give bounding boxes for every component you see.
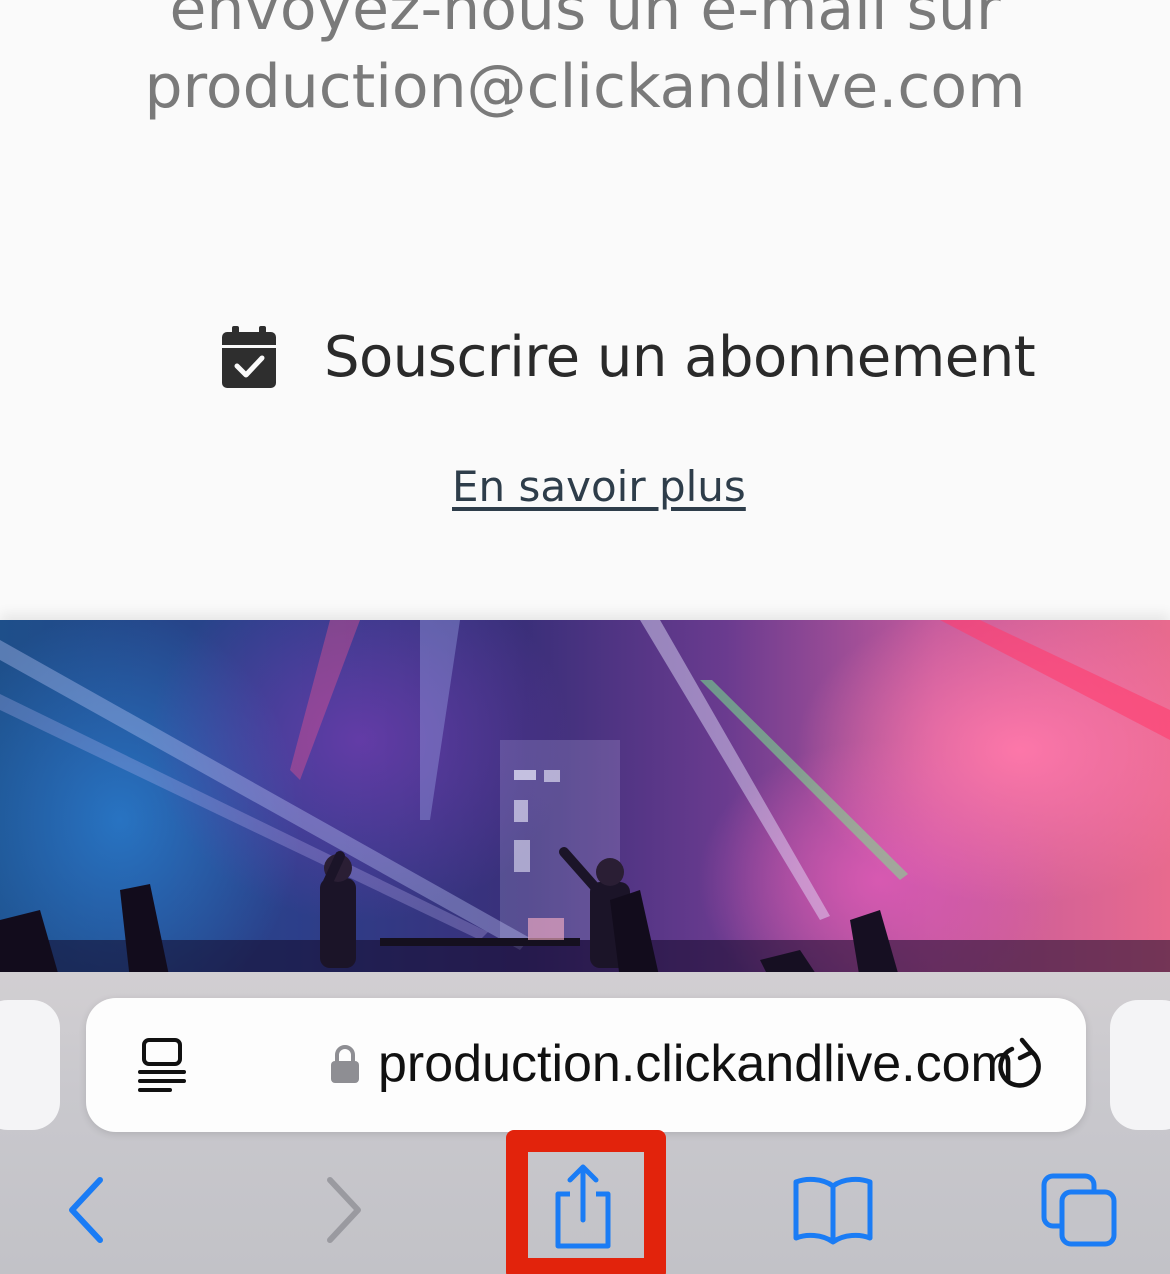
calendar-check-icon — [222, 326, 276, 388]
chevron-right-icon[interactable] — [318, 1170, 368, 1250]
concert-stage-image — [0, 620, 1170, 980]
next-tab-card[interactable] — [1110, 1000, 1170, 1130]
learn-more-link[interactable]: En savoir plus — [452, 462, 746, 511]
lock-icon — [331, 1045, 359, 1083]
share-button-highlight — [506, 1130, 666, 1274]
reader-view-icon[interactable] — [138, 1036, 186, 1094]
subscribe-label: Souscrire un abonnement — [324, 324, 1036, 390]
url-text: production.clickandlive.com — [378, 1035, 1014, 1093]
contact-text: envoyez-nous un e-mail sur production@cl… — [0, 0, 1170, 126]
subscription-row[interactable]: Souscrire un abonnement — [222, 322, 1036, 392]
previous-tab-card[interactable] — [0, 1000, 60, 1130]
reload-icon[interactable] — [994, 1036, 1044, 1094]
book-icon[interactable] — [792, 1170, 874, 1250]
safari-page: envoyez-nous un e-mail sur production@cl… — [0, 0, 1170, 1274]
contact-email[interactable]: production@clickandlive.com — [0, 48, 1170, 126]
address-bar[interactable]: production.clickandlive.com — [86, 998, 1086, 1132]
tabs-icon[interactable] — [1040, 1170, 1118, 1250]
stage-illustration — [0, 620, 1170, 980]
chevron-left-icon[interactable] — [62, 1170, 112, 1250]
contact-line-1: envoyez-nous un e-mail sur — [169, 0, 1001, 44]
